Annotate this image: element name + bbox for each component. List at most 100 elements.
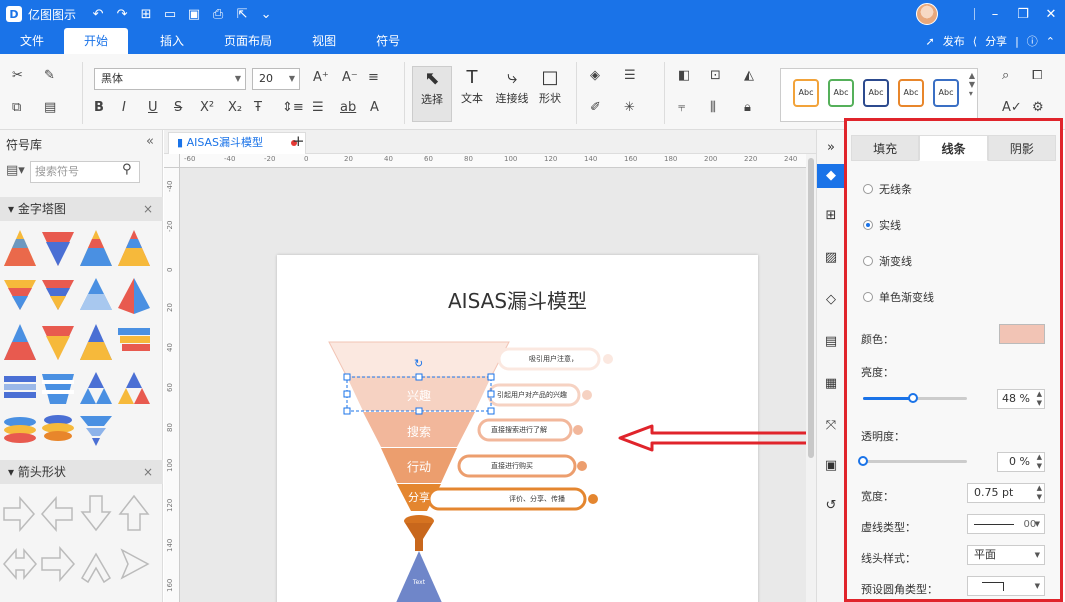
spinner-icon[interactable]: ▲ ▼ [1037, 453, 1042, 471]
resize-handle[interactable] [343, 390, 351, 398]
tab-line[interactable]: 线条 [919, 135, 988, 161]
rotate-handle-icon[interactable]: ↻ [414, 357, 423, 370]
option-no-line[interactable]: 无线条 [863, 181, 912, 197]
brightness-input[interactable]: 48 % ▲ ▼ [997, 389, 1045, 409]
page-panel-icon[interactable]: ▤ [817, 330, 845, 354]
list-table-shape[interactable] [4, 376, 36, 398]
history-panel-icon[interactable]: ↺ [817, 494, 845, 518]
text-tool-button[interactable]: T 文本 [452, 66, 492, 106]
radio-button-icon[interactable] [863, 256, 873, 266]
option-solid-line[interactable]: 实线 [863, 217, 901, 233]
shape-tool-button[interactable]: □ 形状 [530, 66, 570, 106]
font-size-select[interactable]: 20 ▼ [252, 68, 300, 90]
spinner-icon[interactable]: ▲ ▼ [1037, 390, 1042, 408]
category-pyramid-header[interactable]: ▾ 金字塔图 × [0, 197, 163, 221]
left-right-arrow-shape[interactable] [3, 547, 37, 581]
connector-tool-button[interactable]: ⤷ 连接线 [492, 66, 532, 106]
menu-tab-symbols[interactable]: 符号 [356, 28, 420, 54]
brightness-slider[interactable] [863, 393, 967, 403]
search-icon[interactable]: ⚲ [122, 162, 132, 177]
triangle-cluster-shape[interactable] [80, 372, 112, 404]
up-arrow-shape[interactable] [118, 494, 150, 531]
help-icon[interactable]: ⓘ [1027, 33, 1038, 49]
triangle-cluster-shape[interactable] [118, 372, 150, 404]
style-option[interactable]: Abc [793, 79, 819, 107]
share-button[interactable]: 分享 [985, 33, 1007, 49]
crop-icon[interactable]: ⧠ [1032, 68, 1042, 83]
line-color-swatch[interactable] [999, 324, 1045, 344]
funnel-stem[interactable] [405, 523, 433, 551]
chevron-up-shape[interactable] [80, 552, 112, 584]
inverted-pyramid-shape[interactable] [42, 326, 74, 360]
align-objects-icon[interactable]: ⫧ [678, 100, 685, 115]
right-arrow-shape[interactable] [3, 496, 35, 532]
bullet-list-icon[interactable]: ☰ [312, 100, 324, 115]
style-option[interactable]: Abc [898, 79, 924, 107]
grid-panel-icon[interactable]: ⊞ [817, 204, 845, 228]
option-mono-gradient-line[interactable]: 单色渐变线 [863, 289, 934, 305]
inverted-pyramid-shape[interactable] [4, 280, 36, 310]
font-color-icon[interactable]: A [370, 100, 379, 115]
close-window-icon[interactable]: ✕ [1037, 7, 1065, 22]
resize-handle[interactable] [487, 407, 495, 415]
tab-shadow[interactable]: 阴影 [987, 135, 1056, 161]
line-color-icon[interactable]: ✐ [590, 100, 601, 115]
publish-button[interactable]: 发布 [943, 33, 965, 49]
print-icon[interactable]: ⎙ [210, 7, 226, 22]
layers-panel-icon[interactable]: ◇ [817, 288, 845, 312]
line-style-icon[interactable]: ☰ [624, 68, 636, 83]
resize-handle[interactable] [487, 373, 495, 381]
category-arrow-header[interactable]: ▾ 箭头形状 × [0, 460, 163, 484]
close-category-icon[interactable]: × [143, 197, 153, 221]
new-file-icon[interactable]: ⊞ [138, 7, 154, 22]
menu-tab-home[interactable]: 开始 [64, 28, 129, 54]
avatar[interactable] [916, 3, 938, 25]
pyramid-shape[interactable] [118, 230, 150, 266]
gallery-scroll-icon[interactable]: ▲ ▼ ▾ [969, 71, 975, 98]
cut-icon[interactable]: ✂ [12, 68, 23, 83]
bottom-triangle-shape[interactable] [395, 551, 443, 602]
effects-icon[interactable]: ✳ [624, 100, 635, 115]
line-spacing-icon[interactable]: ⇕≡ [282, 100, 304, 115]
down-arrow-shape[interactable] [80, 495, 112, 532]
radio-button-icon[interactable] [863, 184, 873, 194]
collapse-panel-icon[interactable]: « [146, 134, 154, 149]
3d-pyramid-shape[interactable] [118, 278, 150, 314]
bold-icon[interactable]: B [94, 100, 104, 115]
text-highlight-icon[interactable]: ab [340, 100, 356, 115]
library-menu-icon[interactable]: ▤▾ [6, 163, 25, 178]
subscript-icon[interactable]: X₂ [228, 100, 242, 115]
distribute-icon[interactable]: ⫼ [710, 100, 716, 115]
italic-icon[interactable]: I [122, 100, 126, 115]
vertical-scrollbar[interactable] [806, 154, 816, 602]
dropdown-chevron-icon[interactable]: ⌄ [258, 7, 274, 22]
export-icon[interactable]: ⇱ [234, 7, 250, 22]
radio-button-icon[interactable] [863, 220, 873, 230]
radio-button-icon[interactable] [863, 292, 873, 302]
funnel-list-shape[interactable] [42, 374, 74, 404]
menu-tab-view[interactable]: 视图 [292, 28, 356, 54]
menu-tab-file[interactable]: 文件 [0, 28, 64, 54]
group-icon[interactable]: ⊡ [710, 68, 721, 83]
right-arrow-shape[interactable] [41, 546, 75, 582]
flip-icon[interactable]: ◭ [744, 68, 754, 83]
drawing-canvas[interactable]: AISAS漏斗模型 ↻ 兴趣 搜索 行动 分享 Text 吸引用户注意， 引起用… [180, 168, 806, 602]
image-panel-icon[interactable]: ▨ [817, 246, 845, 270]
chevron-right-shape[interactable] [120, 548, 150, 580]
pyramid-shape[interactable] [80, 278, 112, 310]
resize-handle[interactable] [343, 407, 351, 415]
grow-font-icon[interactable]: A⁺ [313, 70, 329, 85]
option-gradient-line[interactable]: 渐变线 [863, 253, 912, 269]
arrange-icon[interactable]: ◧ [678, 68, 690, 83]
tools-icon[interactable]: ⚙ [1032, 100, 1044, 115]
data-panel-icon[interactable]: ▦ [817, 372, 845, 396]
inverted-pyramid-shape[interactable] [42, 280, 74, 310]
superscript-icon[interactable]: X² [200, 100, 214, 115]
text-case-icon[interactable]: Ŧ [254, 100, 262, 115]
pyramid-shape[interactable] [80, 230, 112, 266]
pyramid-shape[interactable] [4, 324, 36, 360]
fit-panel-icon[interactable]: ⤧ [817, 414, 845, 438]
stacked-cylinder-shape[interactable] [42, 415, 74, 441]
stacked-cylinder-shape[interactable] [4, 417, 36, 443]
menu-tab-insert[interactable]: 插入 [140, 28, 204, 54]
